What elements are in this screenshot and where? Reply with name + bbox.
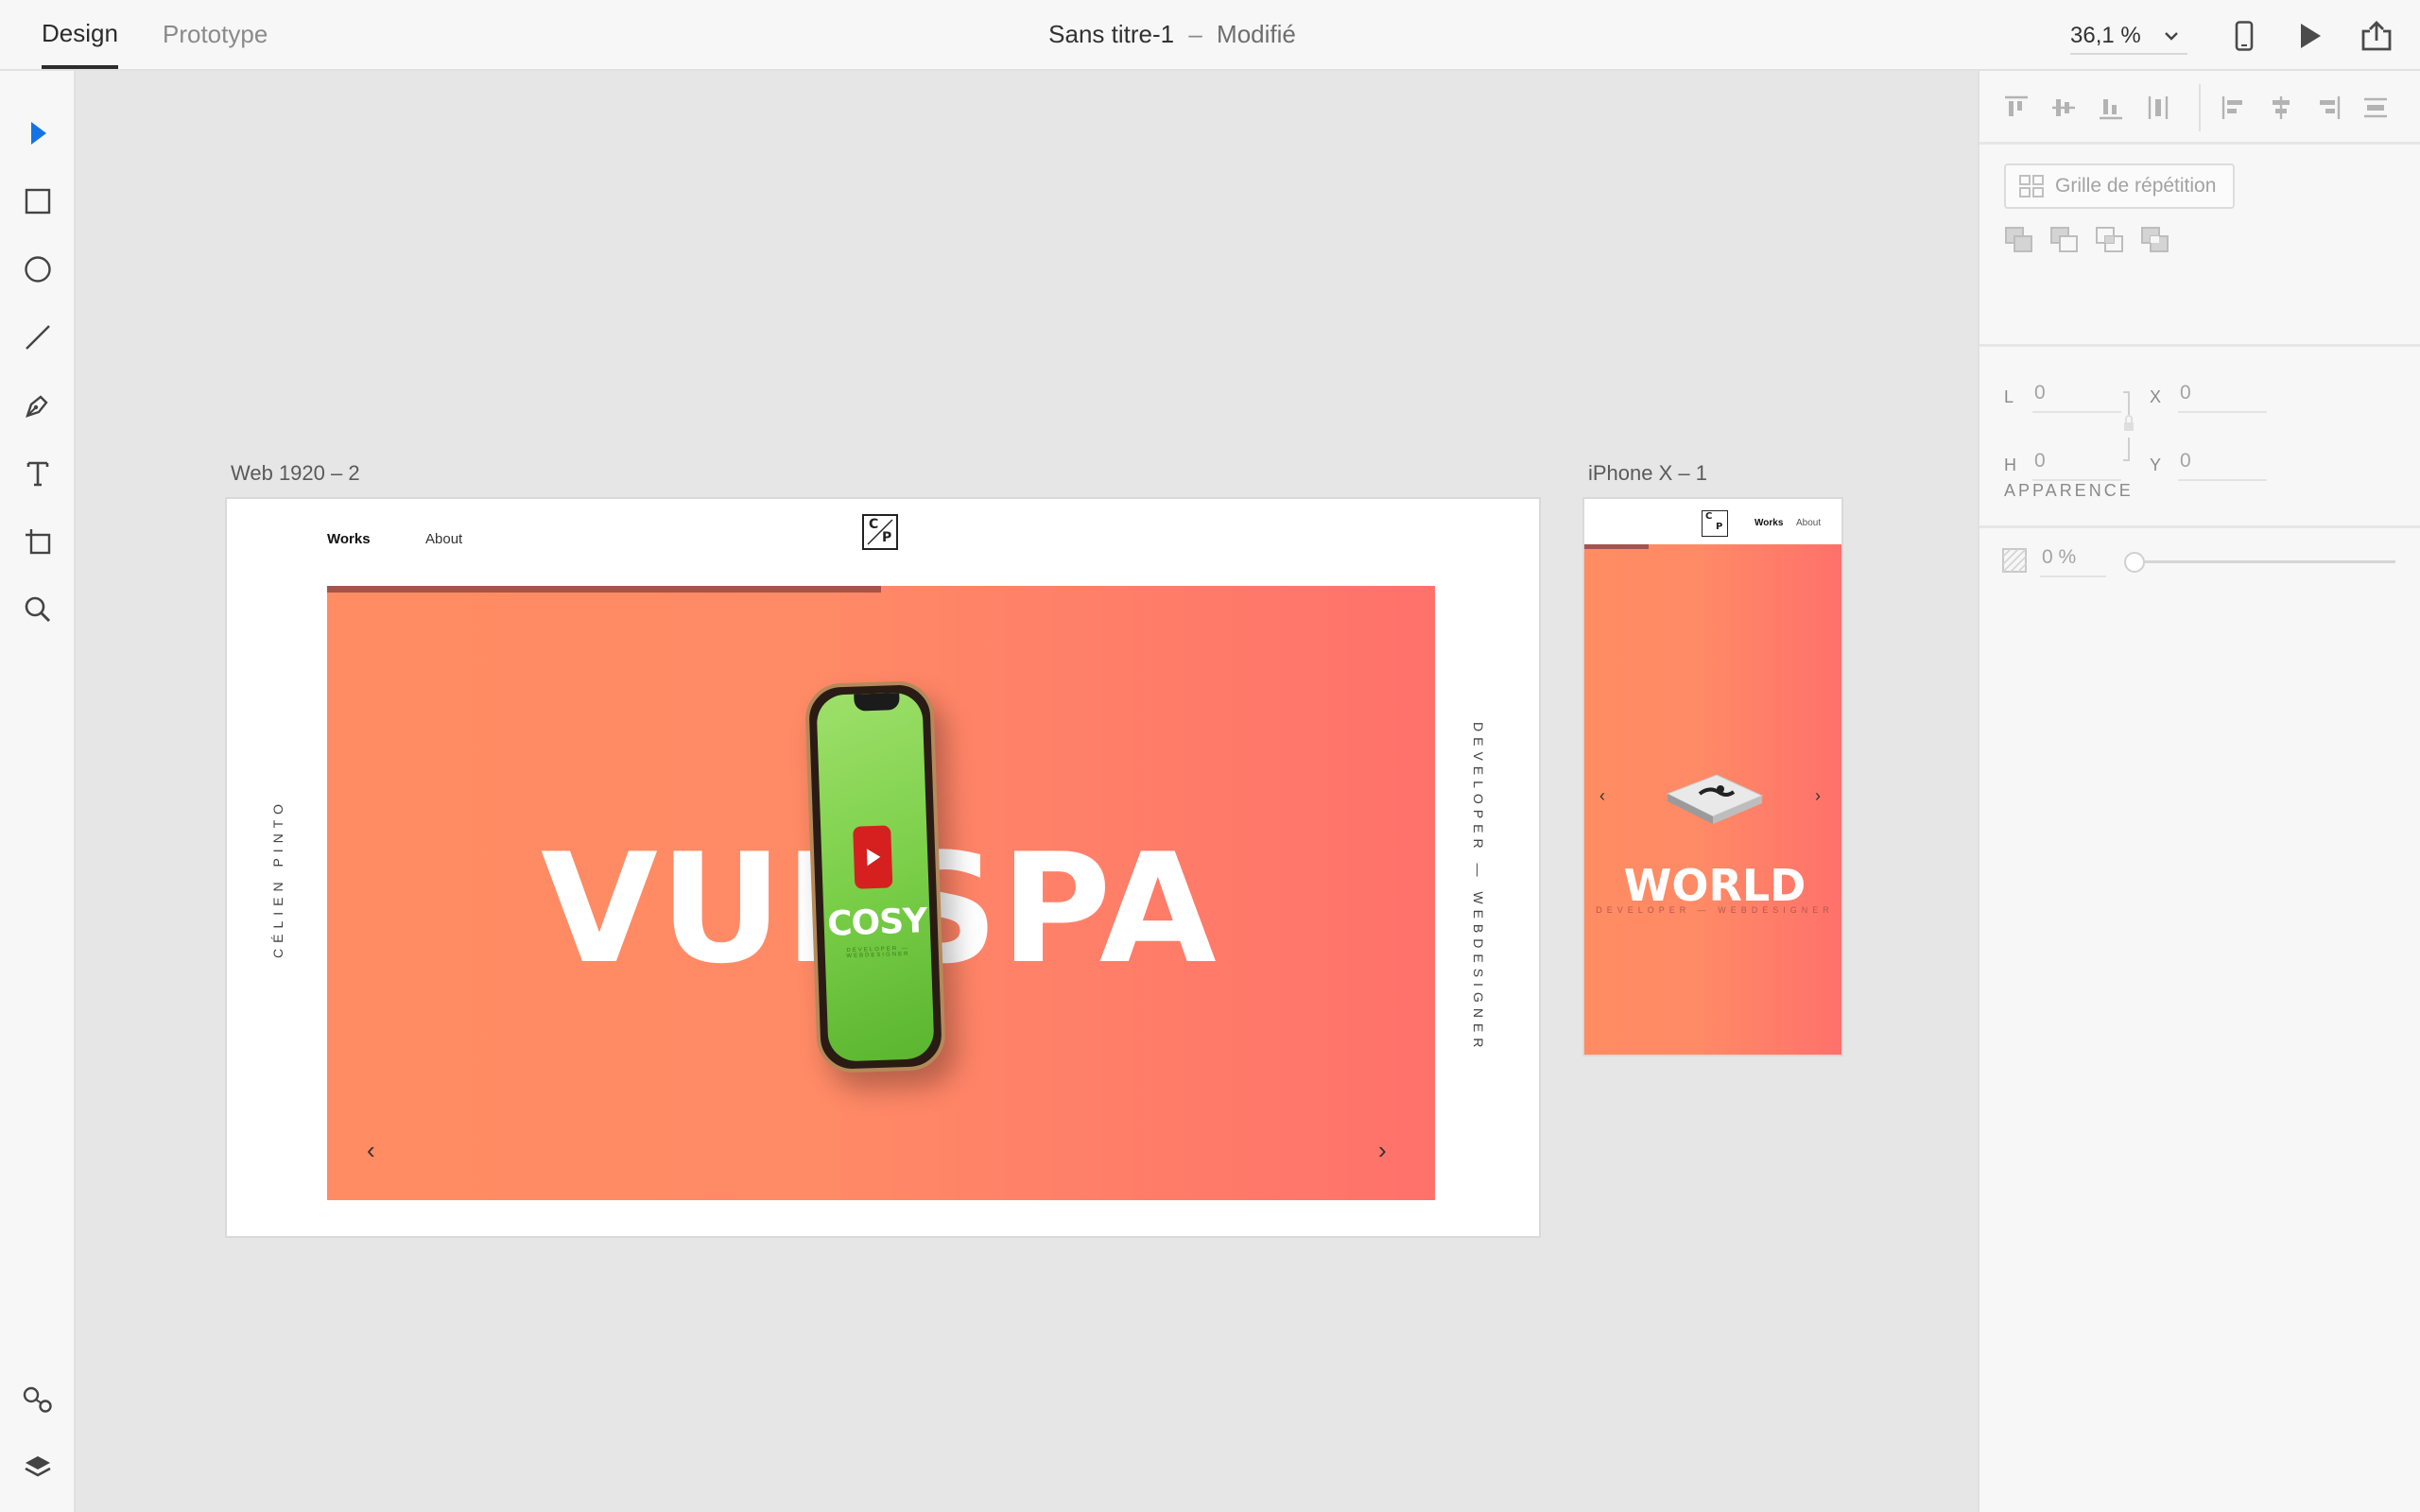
artboard-tool-icon[interactable] — [19, 523, 57, 560]
opacity-field[interactable]: 0 % — [2040, 543, 2106, 577]
align-top-icon[interactable] — [2002, 94, 2031, 122]
y-field[interactable]: 0 — [2178, 447, 2267, 481]
web-role-vertical: DEVELOPER — WEBDESIGNER — [1471, 722, 1486, 1054]
document-title-bar: Sans titre-1 – Modifié — [0, 0, 2344, 69]
zoom-tool-icon[interactable] — [19, 591, 57, 628]
opacity-slider-track[interactable] — [2135, 560, 2395, 563]
document-title[interactable]: Sans titre-1 — [1048, 20, 1174, 48]
line-tool-icon[interactable] — [19, 318, 57, 356]
web-slide-progress-bar — [327, 586, 881, 593]
phone-app-subtitle: DEVELOPER — WEBDESIGNER — [846, 945, 910, 960]
align-center-icon[interactable] — [2267, 94, 2295, 122]
phone-app-name: COSY — [826, 902, 927, 944]
artboard-web[interactable]: Works About C P VUESPA COSY DEVELOPER — … — [227, 499, 1539, 1236]
web-hero-slide[interactable]: VUESPA COSY DEVELOPER — WEBDESIGNER ‹ › — [327, 586, 1435, 1200]
transform-section: L 0 X 0 H 0 Y 0 — [1979, 347, 2420, 528]
chevron-down-icon — [2163, 17, 2180, 68]
iphone-hero-title: WORLD — [1623, 860, 1806, 911]
web-author-vertical: CÉLIEN PINTO — [270, 799, 285, 958]
web-nav-about[interactable]: About — [425, 531, 462, 547]
height-field[interactable]: 0 — [2032, 447, 2121, 481]
iphone-nav-about[interactable]: About — [1796, 518, 1821, 528]
lock-aspect-icon[interactable] — [2121, 390, 2135, 462]
web-next-arrow[interactable]: › — [1378, 1136, 1387, 1165]
text-tool-icon[interactable] — [19, 455, 57, 492]
opacity-icon — [2002, 548, 2027, 573]
share-icon[interactable] — [2360, 19, 2394, 53]
appearance-heading: APPARENCE — [2004, 481, 2134, 500]
mobile-preview-icon[interactable] — [2227, 19, 2261, 53]
exclude-shapes-icon[interactable] — [2140, 226, 2170, 254]
iphone-logo-letter-top: C — [1705, 511, 1713, 522]
toolbar-divider — [2199, 84, 2201, 131]
zoom-dropdown[interactable]: 36,1 % — [2070, 17, 2187, 55]
document-status: Modifié — [1217, 20, 1296, 48]
ellipse-tool-icon[interactable] — [19, 250, 57, 288]
width-field[interactable]: 0 — [2032, 379, 2121, 413]
iphone-slide-progress-bar — [1584, 544, 1649, 549]
repeat-grid-label: Grille de répétition — [2055, 175, 2217, 197]
phone-screen: COSY DEVELOPER — WEBDESIGNER — [816, 692, 935, 1062]
pen-tool-icon[interactable] — [19, 387, 57, 424]
repeat-grid-button[interactable]: Grille de répétition — [2004, 163, 2235, 209]
distribute-horizontal-icon[interactable] — [2361, 94, 2390, 122]
artboard-label-web[interactable]: Web 1920 – 2 — [231, 461, 360, 486]
y-label: Y — [2150, 455, 2162, 474]
repeat-grid-section: Grille de répétition — [1979, 145, 2420, 347]
iphone-nav-works[interactable]: Works — [1754, 518, 1783, 528]
artboard-label-iphone[interactable]: iPhone X – 1 — [1588, 461, 1707, 486]
web-nav-works[interactable]: Works — [327, 531, 371, 547]
iphone-logo[interactable]: C P — [1702, 510, 1728, 537]
iphone-next-arrow[interactable]: › — [1815, 786, 1821, 806]
align-middle-icon[interactable] — [2049, 94, 2078, 122]
x-field[interactable]: 0 — [2178, 379, 2267, 413]
property-inspector: Grille de répétition L 0 X 0 H 0 Y 0 APP… — [1978, 71, 2420, 1512]
web-logo[interactable]: C P — [862, 514, 898, 550]
web-logo-divider — [867, 519, 893, 545]
subtract-shapes-icon[interactable] — [2049, 226, 2080, 254]
play-icon[interactable] — [2293, 19, 2327, 53]
width-label: L — [2004, 387, 2014, 406]
iphone-prev-arrow[interactable]: ‹ — [1599, 786, 1605, 806]
web-prev-arrow[interactable]: ‹ — [367, 1136, 375, 1165]
top-bar: Design Prototype Sans titre-1 – Modifié … — [0, 0, 2420, 71]
layers-icon[interactable] — [19, 1449, 57, 1486]
height-label: H — [2004, 455, 2016, 474]
align-right-icon[interactable] — [2314, 94, 2342, 122]
tool-bar — [0, 71, 76, 1512]
phone-notch — [854, 693, 900, 712]
add-shapes-icon[interactable] — [2004, 226, 2034, 254]
rectangle-tool-icon[interactable] — [19, 182, 57, 220]
x-label: X — [2150, 387, 2162, 406]
iphone-hero-subtitle: DEVELOPER — WEBDESIGNER — [1596, 905, 1834, 915]
isometric-card-image — [1666, 774, 1764, 824]
iphone-logo-letter-bottom: P — [1716, 522, 1723, 532]
youtube-logo-icon — [853, 825, 893, 889]
title-separator: – — [1188, 20, 1202, 48]
intersect-shapes-icon[interactable] — [2095, 226, 2125, 254]
phone-mockup: COSY DEVELOPER — WEBDESIGNER — [804, 679, 947, 1074]
opacity-slider-thumb[interactable] — [2124, 552, 2145, 573]
align-left-icon[interactable] — [2220, 94, 2248, 122]
select-tool-icon[interactable] — [19, 114, 57, 152]
assets-icon[interactable] — [19, 1381, 57, 1418]
distribute-vertical-icon[interactable] — [2144, 94, 2172, 122]
repeat-grid-icon — [2019, 175, 2044, 198]
align-bottom-icon[interactable] — [2097, 94, 2125, 122]
align-section — [1979, 71, 2420, 145]
zoom-value: 36,1 % — [2070, 23, 2141, 48]
